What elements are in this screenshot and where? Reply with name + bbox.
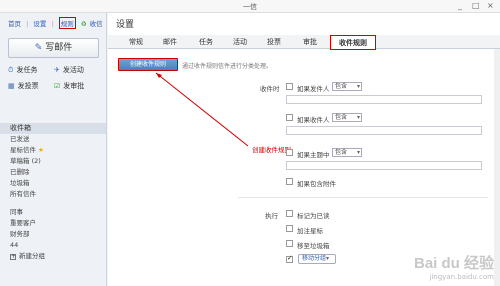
- sender-checkbox[interactable]: [286, 83, 293, 90]
- section-divider: [238, 197, 488, 198]
- vote-icon: ▦: [8, 82, 15, 90]
- quick-action-activity[interactable]: ✈ 发活动: [54, 64, 100, 77]
- tab-activities[interactable]: 活动: [228, 35, 252, 49]
- page-title: 设置: [116, 20, 135, 30]
- scrollbar[interactable]: [494, 49, 500, 286]
- sidebar-topnav: 首页 | 设置 | 规则 ♻ 收信: [8, 17, 109, 29]
- settings-tabs: 常规 邮件 任务 活动 投票 审批 收件规则: [108, 35, 500, 50]
- window-title: 一信: [243, 3, 257, 11]
- annotation-arrow: [155, 72, 249, 147]
- mark-read-checkbox[interactable]: [286, 210, 293, 217]
- tab-mail[interactable]: 邮件: [158, 35, 182, 49]
- tab-tasks[interactable]: 任务: [194, 35, 218, 49]
- settings-link[interactable]: 设置: [33, 18, 46, 28]
- new-group-button[interactable]: + 新建分组: [0, 251, 106, 262]
- attachment-checkbox[interactable]: [286, 178, 293, 185]
- sender-label: 如果发件人: [297, 85, 330, 93]
- sync-button[interactable]: ♻ 收信: [81, 18, 106, 28]
- activity-icon: ✈: [54, 66, 60, 74]
- move-trash-checkbox[interactable]: [286, 240, 293, 247]
- folder-drafts[interactable]: 草稿箱 (2): [0, 156, 106, 167]
- star-checkbox[interactable]: [286, 225, 293, 232]
- folder-trash[interactable]: 垃圾箱: [0, 178, 106, 189]
- compose-button[interactable]: ✎ 写邮件: [8, 38, 99, 58]
- star-icon: ★: [38, 146, 44, 154]
- quick-action-approval[interactable]: ☑ 发审批: [54, 80, 100, 93]
- subject-input[interactable]: [286, 161, 482, 170]
- tab-inbox-rules[interactable]: 收件规则: [330, 35, 376, 50]
- folder-list: 收件箱 已发送 星标信件 ★ 草稿箱 (2) 已删除 垃圾箱 所有信件 同事 重要…: [0, 123, 106, 262]
- star-label: 加注星标: [297, 227, 323, 235]
- compose-label: 写邮件: [45, 43, 73, 53]
- group-key-clients[interactable]: 重要客户: [0, 218, 106, 229]
- compose-icon: ✎: [34, 43, 43, 53]
- settings-panel: 设置 常规 邮件 任务 活动 投票 审批 收件规则 创建收件规则 通过收件规则信…: [108, 13, 500, 286]
- folder-deleted[interactable]: 已删除: [0, 167, 106, 178]
- group-44[interactable]: 44: [0, 240, 106, 251]
- approval-icon: ☑: [54, 82, 61, 90]
- move-group-checkbox[interactable]: [286, 254, 293, 263]
- watermark: Bai du 经验 jingyan.baidu.com: [414, 252, 494, 281]
- sender-input[interactable]: [286, 95, 482, 104]
- nav-separator: |: [51, 20, 54, 28]
- tab-votes[interactable]: 投票: [262, 35, 286, 49]
- new-group-label: 新建分组: [19, 252, 45, 260]
- subject-operator-select[interactable]: 包含: [332, 148, 362, 157]
- rules-link[interactable]: 规则: [58, 17, 76, 29]
- sync-label: 收信: [89, 20, 103, 28]
- quick-action-task[interactable]: ⏱ 发任务: [8, 64, 54, 77]
- folder-label: 星标信件: [10, 146, 36, 154]
- conditions-label: 收件时: [260, 85, 280, 93]
- folder-gap: [0, 200, 106, 207]
- close-icon[interactable]: ×: [487, 1, 494, 11]
- recipient-input[interactable]: [286, 126, 482, 135]
- quick-action-label: 发审批: [63, 82, 85, 90]
- subject-checkbox[interactable]: [286, 149, 293, 156]
- attachment-label: 如果包含附件: [297, 180, 336, 188]
- create-rule-description: 通过收件规则信件进行分类处理。: [182, 63, 273, 70]
- move-group-select[interactable]: 移动分组▾: [298, 254, 336, 264]
- folder-inbox[interactable]: 收件箱: [0, 123, 106, 134]
- folder-all[interactable]: 所有信件: [0, 189, 106, 200]
- move-trash-label: 移至垃圾箱: [297, 242, 330, 250]
- watermark-brand: Bai du 经验: [413, 255, 494, 272]
- group-colleagues[interactable]: 同事: [0, 207, 106, 218]
- plus-icon: +: [10, 253, 17, 260]
- sidebar: 首页 | 设置 | 规则 ♻ 收信 ✎ 写邮件 ⏱ 发任务 ✈ 发活动 ▦ 发投票 ☑ 发审…: [0, 13, 107, 286]
- maximize-icon[interactable]: □: [472, 1, 480, 11]
- quick-action-label: 发投票: [17, 82, 39, 90]
- tab-approvals[interactable]: 审批: [298, 35, 322, 49]
- tab-general[interactable]: 常规: [124, 35, 148, 49]
- nav-separator: |: [26, 20, 29, 28]
- quick-action-label: 发活动: [62, 66, 84, 74]
- subject-label: 如果主题中: [297, 151, 330, 159]
- move-group-label: 移动分组: [302, 255, 327, 262]
- home-link[interactable]: 首页: [8, 18, 21, 28]
- recipient-label: 如果收件人: [297, 116, 330, 124]
- folder-sent[interactable]: 已发送: [0, 134, 106, 145]
- recipient-checkbox[interactable]: [286, 114, 293, 121]
- chevron-down-icon: ▾: [326, 255, 330, 262]
- title-bar: 一信 _ □ ×: [0, 0, 500, 13]
- sender-operator-select[interactable]: 包含: [332, 82, 362, 91]
- recipient-operator-select[interactable]: 包含: [332, 113, 362, 122]
- actions-label: 执行: [265, 212, 278, 220]
- task-icon: ⏱: [8, 66, 14, 74]
- group-finance[interactable]: 财务部: [0, 229, 106, 240]
- watermark-url: jingyan.baidu.com: [429, 273, 494, 281]
- quick-action-label: 发任务: [16, 66, 38, 74]
- minimize-icon[interactable]: _: [458, 1, 462, 11]
- sync-icon: ♻: [80, 20, 87, 28]
- mark-read-label: 标记为已读: [297, 212, 330, 220]
- folder-starred[interactable]: 星标信件 ★: [0, 145, 106, 156]
- quick-action-vote[interactable]: ▦ 发投票: [8, 80, 54, 93]
